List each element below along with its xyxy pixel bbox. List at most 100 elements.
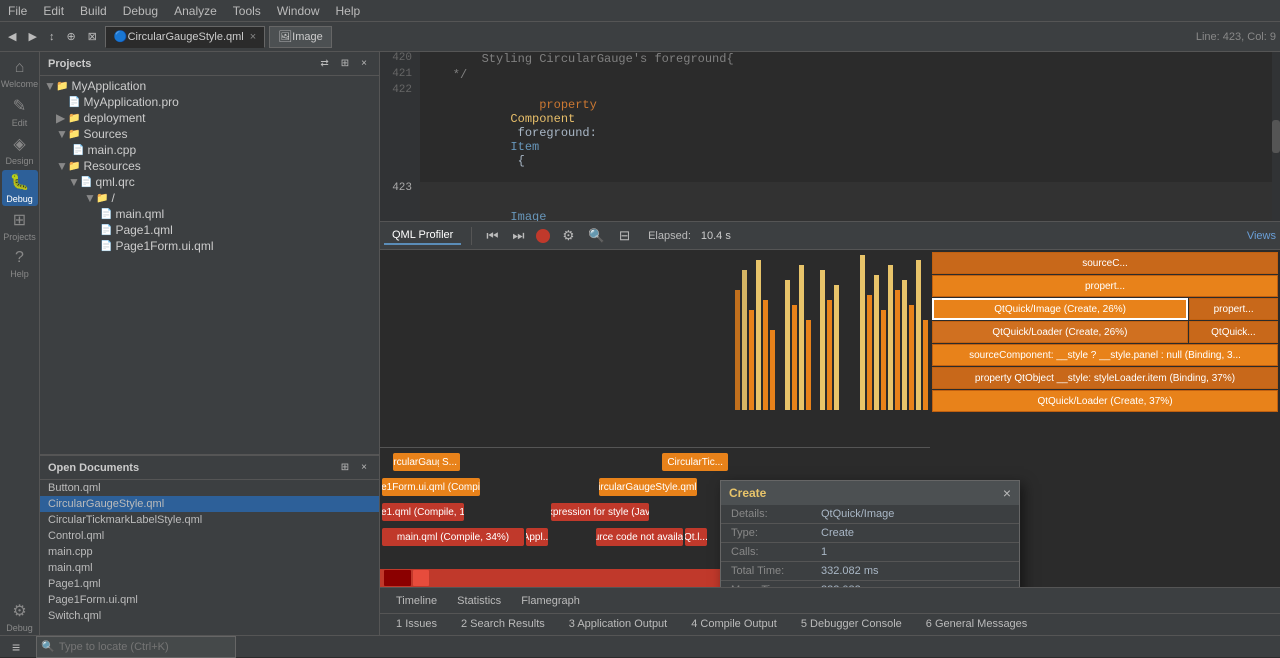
tree-item-sources[interactable]: ▼ 📁 Sources <box>40 126 379 142</box>
tab-compile[interactable]: 4 Compile Output <box>683 616 785 634</box>
tree-item-page1form[interactable]: 📄 Page1Form.ui.qml <box>40 238 379 254</box>
sidebar-icon-help[interactable]: ? Help <box>2 246 38 282</box>
tree-item-maincpp[interactable]: 📄 main.cpp <box>40 142 379 158</box>
profiler-search-btn[interactable]: 🔍 <box>584 226 609 246</box>
right-block-sourcec[interactable]: sourceC... <box>932 252 1278 274</box>
back-button[interactable]: ◀ <box>4 28 20 45</box>
toolbar-btn-5[interactable]: ⊠ <box>84 28 101 45</box>
popup-row-total: Total Time: 332.082 ms <box>721 562 1019 581</box>
right-block-qtquick-image[interactable]: QtQuick/Image (Create, 26%) <box>932 298 1188 320</box>
doc-item-switch[interactable]: Switch.qml <box>40 608 379 624</box>
right-block-propert2[interactable]: propert... <box>1189 298 1278 320</box>
tree-item-resources[interactable]: ▼ 📁 Resources <box>40 158 379 174</box>
doc-item-button[interactable]: Button.qml <box>40 480 379 496</box>
tl-qtl[interactable]: Qt.l... <box>685 528 707 546</box>
tree-resources-label: Resources <box>83 159 140 173</box>
tl-s[interactable]: S... <box>439 453 461 471</box>
tab-app-output[interactable]: 3 Application Output <box>561 616 675 634</box>
sidebar-icon-debug-bottom[interactable]: ⚙ Debug <box>2 599 38 635</box>
sidebar-icon-edit[interactable]: ✎ Edit <box>2 94 38 130</box>
popup-label-calls: Calls: <box>731 546 821 558</box>
tree-item-deployment[interactable]: ▶ 📁 deployment <box>40 110 379 126</box>
tab-issues[interactable]: 1 Issues <box>388 616 445 634</box>
tree-item-mainqml[interactable]: 📄 main.qml <box>40 206 379 222</box>
tl-circular-tic[interactable]: CircularTic... <box>662 453 728 471</box>
profiler-title[interactable]: QML Profiler <box>384 227 461 245</box>
popup-close-btn[interactable]: × <box>1003 485 1011 501</box>
tl-source-not-avail[interactable]: Source code not availab... <box>596 528 683 546</box>
search-input[interactable] <box>59 641 231 653</box>
tree-item-slash[interactable]: ▼ 📁 / <box>40 190 379 206</box>
menu-tools[interactable]: Tools <box>225 2 269 20</box>
panel-split-btn[interactable]: ⊞ <box>337 56 353 71</box>
tab-timeline[interactable]: Timeline <box>388 593 445 609</box>
tl-circular-gauge-style[interactable]: CircularGaugeStyle.qml... <box>599 478 697 496</box>
profiler-prev-btn[interactable]: ⏮ <box>482 226 502 246</box>
line-num-421: 421 <box>380 68 420 84</box>
right-block-propert[interactable]: propert... <box>932 275 1278 297</box>
right-block-qtquick-loader2[interactable]: QtQuick/Loader (Create, 37%) <box>932 390 1278 412</box>
profiler-filter-btn[interactable]: ⊟ <box>615 226 634 246</box>
menu-file[interactable]: File <box>0 2 35 20</box>
tree-item-pro[interactable]: 📄 MyApplication.pro <box>40 94 379 110</box>
tab-issues-num: 1 <box>396 618 402 630</box>
doc-item-page1form[interactable]: Page1Form.ui.qml <box>40 592 379 608</box>
menu-window[interactable]: Window <box>269 2 328 20</box>
tl-appl[interactable]: Appl... <box>526 528 548 546</box>
right-block-source-component[interactable]: sourceComponent: __style ? __style.panel… <box>932 344 1278 366</box>
status-menu-btn[interactable]: ≡ <box>8 639 24 655</box>
tab-search[interactable]: 2 Search Results <box>453 616 553 634</box>
views-button[interactable]: Views <box>1247 230 1276 242</box>
tab-flamegraph[interactable]: Flamegraph <box>513 593 588 609</box>
doc-item-mainqml[interactable]: main.qml <box>40 560 379 576</box>
record-button[interactable] <box>536 229 550 243</box>
doc-item-tickmark[interactable]: CircularTickmarkLabelStyle.qml <box>40 512 379 528</box>
tree-root[interactable]: ▼ 📁 MyApplication <box>40 78 379 94</box>
open-docs-close-btn[interactable]: × <box>357 460 371 475</box>
right-block-qtquick2[interactable]: QtQuick... <box>1189 321 1278 343</box>
toolbar-btn-3[interactable]: ↕ <box>45 29 59 45</box>
tab-circular-gauge[interactable]: 🔵 CircularGaugeStyle.qml × <box>105 26 265 48</box>
tab-image[interactable]: 🖼 Image <box>269 26 332 48</box>
tab-image-label: Image <box>292 31 323 43</box>
tl-expression-style[interactable]: expression for style (Jav... <box>551 503 649 521</box>
right-block-property-qtobject[interactable]: property QtObject __style: styleLoader.i… <box>932 367 1278 389</box>
code-scrollbar-thumb[interactable] <box>1272 120 1280 154</box>
toolbar-btn-4[interactable]: ⊕ <box>62 28 79 45</box>
tl-page1qml[interactable]: Page1.qml (Compile, 18%) <box>382 503 464 521</box>
menu-help[interactable]: Help <box>328 2 369 20</box>
tree-item-qmlqrc[interactable]: ▼ 📄 qml.qrc <box>40 174 379 190</box>
menu-build[interactable]: Build <box>72 2 115 20</box>
profiler-next-btn[interactable]: ⏭ <box>508 226 528 246</box>
doc-item-maincpp[interactable]: main.cpp <box>40 544 379 560</box>
doc-item-circular[interactable]: CircularGaugeStyle.qml <box>40 496 379 512</box>
code-scrollbar[interactable] <box>1272 52 1280 221</box>
menu-debug[interactable]: Debug <box>115 2 166 20</box>
panel-sync-btn[interactable]: ⇄ <box>316 56 332 71</box>
tab-close-circular[interactable]: × <box>250 31 256 43</box>
line-content-423[interactable]: Image { <box>420 182 568 222</box>
forward-button[interactable]: ▶ <box>24 28 40 45</box>
debug-icon: 🐛 <box>10 172 30 192</box>
sidebar-icon-design[interactable]: ◈ Design <box>2 132 38 168</box>
open-docs-split-btn[interactable]: ⊞ <box>337 460 353 475</box>
right-block-qtquick-loader[interactable]: QtQuick/Loader (Create, 26%) <box>932 321 1188 343</box>
tree-item-page1qml[interactable]: 📄 Page1.qml <box>40 222 379 238</box>
tab-statistics[interactable]: Statistics <box>449 593 509 609</box>
sidebar-icon-debug[interactable]: 🐛 Debug <box>2 170 38 206</box>
sidebar-icon-projects[interactable]: ⊞ Projects <box>2 208 38 244</box>
tab-debugger[interactable]: 5 Debugger Console <box>793 616 910 634</box>
tab-general[interactable]: 6 General Messages <box>918 616 1036 634</box>
open-documents-panel: Open Documents ⊞ × Button.qml CircularGa… <box>40 455 379 635</box>
tab-issues-label: Issues <box>405 618 437 630</box>
doc-item-control[interactable]: Control.qml <box>40 528 379 544</box>
search-container[interactable]: 🔍 <box>36 636 236 658</box>
menu-edit[interactable]: Edit <box>35 2 72 20</box>
sidebar-icon-welcome[interactable]: ⌂ Welcome <box>2 56 38 92</box>
profiler-config-btn[interactable]: ⚙ <box>558 226 578 246</box>
menu-analyze[interactable]: Analyze <box>166 2 225 20</box>
doc-item-page1[interactable]: Page1.qml <box>40 576 379 592</box>
panel-close-btn[interactable]: × <box>357 56 371 71</box>
tl-mainqml[interactable]: main.qml (Compile, 34%) <box>382 528 524 546</box>
tl-page1form[interactable]: Page1Form.ui.qml (Compile,... <box>382 478 480 496</box>
